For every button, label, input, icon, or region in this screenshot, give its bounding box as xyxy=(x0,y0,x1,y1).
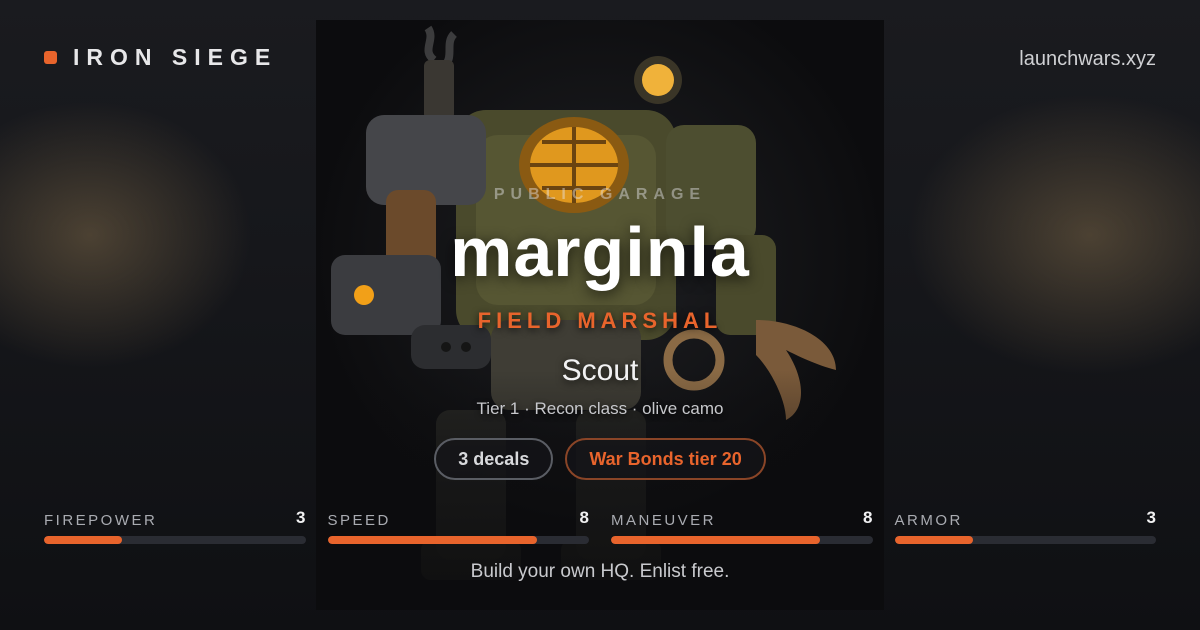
stat-track xyxy=(327,536,589,544)
stat-label: ARMOR xyxy=(894,512,963,529)
stat-value: 8 xyxy=(579,508,589,527)
stat-value: 3 xyxy=(1146,508,1156,527)
stat-speed: SPEED 8 xyxy=(327,508,589,548)
site-link[interactable]: launchwars.xyz xyxy=(1019,48,1156,71)
footer-cta[interactable]: Build your own HQ. Enlist free. xyxy=(316,561,884,583)
username: marginla xyxy=(450,213,750,291)
war-bonds-badge[interactable]: War Bonds tier 20 xyxy=(565,438,766,480)
stat-label: SPEED xyxy=(327,512,391,529)
stat-track xyxy=(894,536,1156,544)
stat-fill xyxy=(611,536,821,544)
badge-row: 3 decals War Bonds tier 20 xyxy=(316,438,884,480)
rank-title: FIELD MARSHAL xyxy=(477,308,723,333)
decals-badge[interactable]: 3 decals xyxy=(434,438,554,480)
stat-track xyxy=(611,536,873,544)
brand-name: IRON SIEGE xyxy=(73,44,278,70)
stat-firepower: FIREPOWER 3 xyxy=(44,508,306,548)
brand: IRON SIEGE xyxy=(44,44,277,71)
stat-maneuver: MANEUVER 8 xyxy=(611,508,873,548)
mech-class: Scout xyxy=(561,354,639,387)
mech-details: Tier 1 · Recon class · olive camo xyxy=(476,399,724,418)
stat-fill xyxy=(327,536,537,544)
stat-value: 8 xyxy=(863,508,873,527)
stat-fill xyxy=(894,536,973,544)
stat-label: MANEUVER xyxy=(611,512,717,529)
stat-label: FIREPOWER xyxy=(44,512,158,529)
stat-value: 3 xyxy=(296,508,306,527)
stats-row: FIREPOWER 3 SPEED 8 MANEUVER 8 ARMOR 3 xyxy=(44,508,1156,548)
stat-fill xyxy=(44,536,123,544)
stat-track xyxy=(44,536,306,544)
garage-kicker: PUBLIC GARAGE xyxy=(493,186,707,203)
stat-armor: ARMOR 3 xyxy=(894,508,1156,548)
brand-mark-icon xyxy=(44,51,57,64)
